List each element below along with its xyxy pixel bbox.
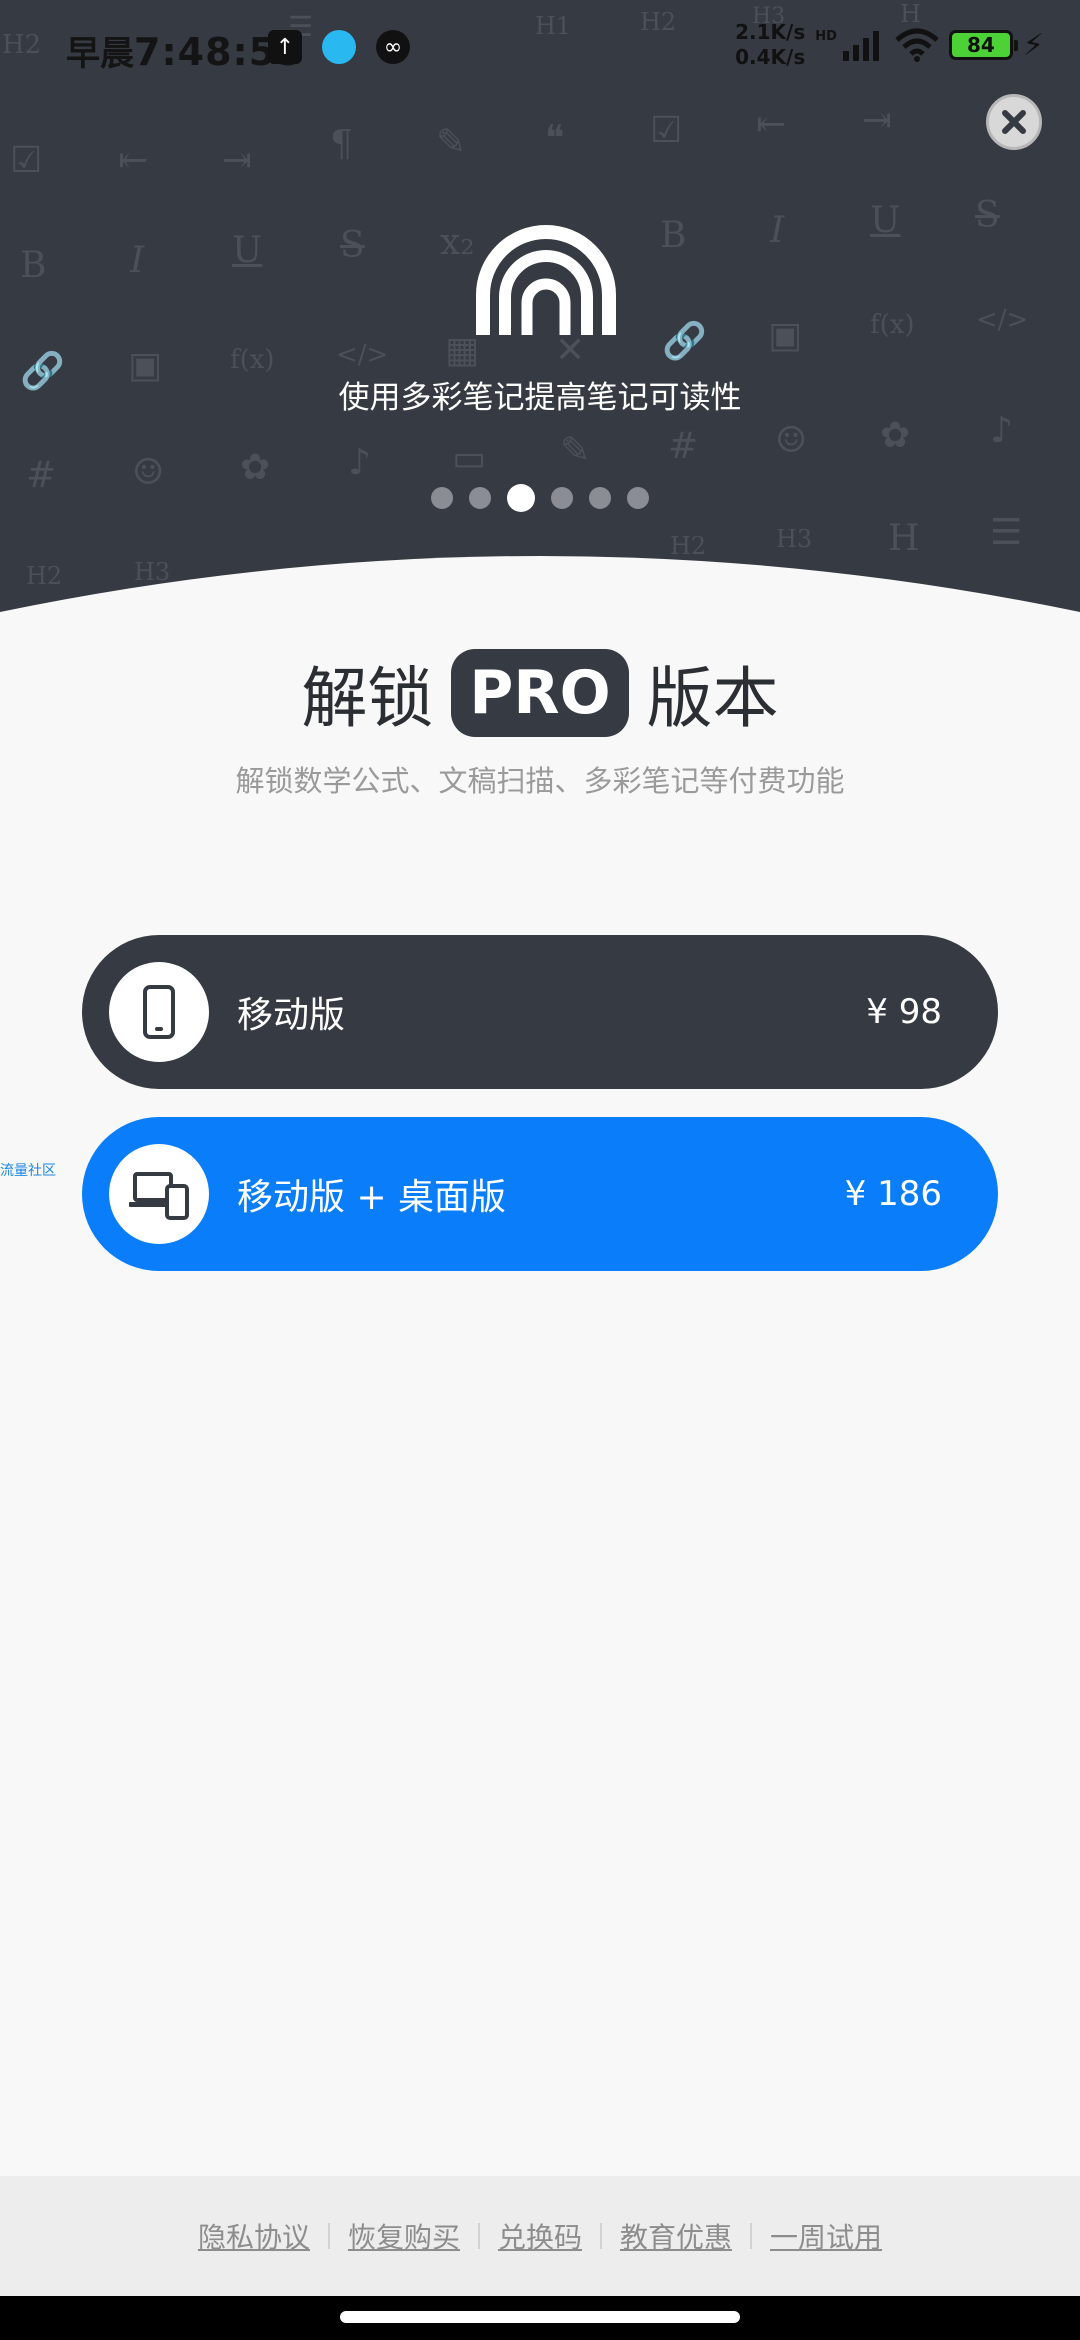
plan-price: ¥ 186 (844, 1174, 942, 1214)
privacy-link[interactable]: 隐私协议 (180, 2216, 328, 2256)
upload-icon: ↑ (268, 30, 302, 64)
charging-icon: ⚡ (1022, 27, 1044, 63)
network-speed: 2.1K/s 0.4K/s (735, 20, 805, 70)
hd-label: HD (815, 28, 837, 44)
carousel-dot[interactable] (627, 487, 649, 509)
plan-mobile-desktop-button[interactable]: 移动版 + 桌面版 ¥ 186 (82, 1117, 998, 1271)
education-discount-link[interactable]: 教育优惠 (602, 2216, 750, 2256)
speed-down: 0.4K/s (735, 45, 806, 69)
carousel-dot[interactable] (431, 487, 453, 509)
battery-icon: 84 (948, 30, 1018, 60)
carousel-dot[interactable] (551, 487, 573, 509)
plan-name: 移动版 (237, 995, 346, 1036)
carousel-dot[interactable] (469, 487, 491, 509)
community-side-link[interactable]: 流量社区 (0, 1160, 56, 1180)
plan-icon-wrap (109, 1144, 209, 1244)
home-indicator[interactable] (340, 2311, 740, 2323)
page-subtitle: 解锁数学公式、文稿扫描、多彩笔记等付费功能 (235, 764, 845, 798)
speed-up: 2.1K/s (735, 20, 806, 44)
plan-price: ¥ 98 (866, 992, 942, 1032)
title-prefix: 解锁 (301, 660, 434, 737)
close-icon (1002, 110, 1026, 134)
pro-upgrade-screen: H2 ☰ H1 H2 H3 H ☑ ⇤ ⇥ ¶ ✎ ❝ ☑ ⇤ ⇥ B I U … (0, 0, 1080, 2340)
hero-banner: H2 ☰ H1 H2 H3 H ☑ ⇤ ⇥ ¶ ✎ ❝ ☑ ⇤ ⇥ B I U … (0, 0, 1080, 620)
hero-curve (0, 556, 1080, 620)
carousel-dot-active[interactable] (507, 484, 535, 512)
app-notification-icon (322, 30, 356, 64)
close-button[interactable] (986, 94, 1042, 150)
pro-badge: PRO (451, 649, 629, 737)
notification-icons: ↑ ∞ (268, 30, 410, 64)
plan-icon-wrap (109, 962, 209, 1062)
carousel-dot[interactable] (589, 487, 611, 509)
time-period: 早晨 (66, 34, 134, 74)
wifi-icon (895, 28, 939, 62)
battery-level: 84 (967, 33, 995, 57)
signal-icon (842, 31, 879, 61)
infinity-icon: ∞ (376, 30, 410, 64)
devices-icon (129, 1172, 189, 1220)
hero-caption: 使用多彩笔记提高笔记可读性 (338, 380, 742, 416)
redeem-code-link[interactable]: 兑换码 (480, 2216, 600, 2256)
phone-icon (143, 985, 175, 1039)
one-week-trial-link[interactable]: 一周试用 (752, 2216, 900, 2256)
carousel-indicator (0, 484, 1080, 512)
status-bar: 早晨7:48:55 ↑ ∞ 2.1K/s 0.4K/s HD 84 ⚡ (0, 0, 1080, 95)
plan-mobile-button[interactable]: 移动版 ¥ 98 (82, 935, 998, 1089)
page-title: 解锁 PRO 版本 (0, 645, 1080, 741)
restore-purchase-link[interactable]: 恢复购买 (330, 2216, 478, 2256)
app-logo-icon (476, 225, 616, 335)
footer-links: 隐私协议 恢复购买 兑换码 教育优惠 一周试用 (0, 2176, 1080, 2296)
title-suffix: 版本 (646, 660, 779, 737)
status-indicators: 2.1K/s 0.4K/s HD 84 ⚡ (735, 20, 1044, 70)
plan-name: 移动版 + 桌面版 (237, 1177, 507, 1218)
